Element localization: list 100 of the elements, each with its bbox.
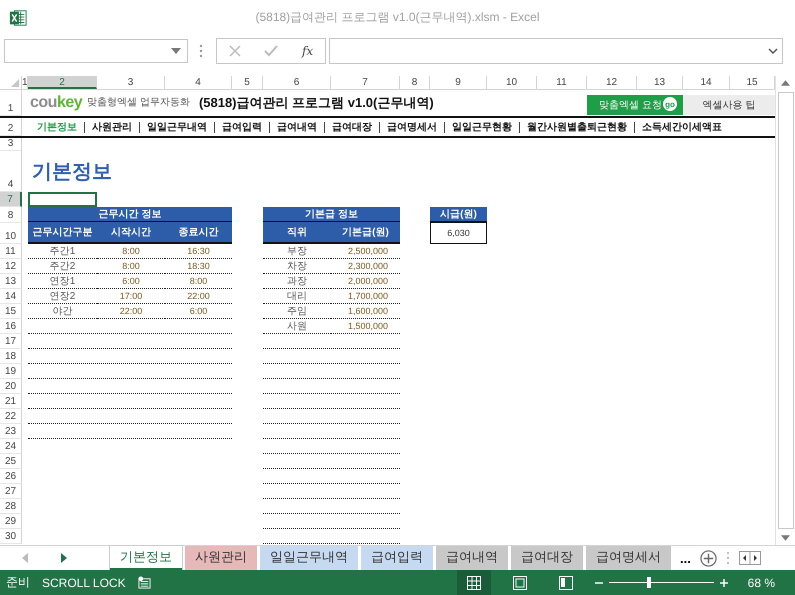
hourly-wage-value: 6,030 (430, 222, 487, 244)
column-header[interactable]: 3 (97, 76, 165, 89)
page-icon[interactable] (512, 576, 527, 590)
logo-tagline: 맞춤형엑셀 업무자동화 (87, 97, 190, 109)
row-header[interactable]: 12 (0, 259, 22, 274)
column-header[interactable]: 6 (263, 76, 331, 89)
table-cell: 8:00 (97, 244, 165, 259)
nav-link[interactable]: 일일근무현황 (444, 122, 519, 132)
column-heading: 근무시간구분 (28, 222, 97, 244)
column-header[interactable]: 11 (537, 76, 587, 89)
column-header[interactable]: 13 (637, 76, 683, 89)
row-header[interactable]: 16 (0, 319, 22, 334)
nav-link[interactable]: 급여입력 (214, 122, 269, 132)
sheet-tab[interactable]: 일일근무내역 (260, 546, 358, 570)
column-header[interactable]: 8 (400, 76, 430, 89)
row-header[interactable]: 15 (0, 304, 22, 319)
row-header[interactable]: 30 (0, 529, 22, 544)
splitter-handle-icon[interactable] (726, 551, 730, 565)
table-cell: 2,000,000 (331, 274, 400, 289)
macro-record-icon[interactable] (138, 576, 151, 589)
row-header[interactable]: 20 (0, 379, 22, 394)
column-header[interactable]: 7 (331, 76, 400, 89)
grid-icon[interactable] (466, 576, 481, 590)
table-cell: 주임 (263, 304, 331, 319)
table-cell: 2,300,000 (331, 259, 400, 274)
table-title: 기본급 정보 (263, 207, 400, 223)
row-header[interactable]: 14 (0, 289, 22, 304)
scroll-up-icon[interactable] (781, 80, 790, 86)
table-cell: 사원 (263, 319, 331, 334)
row-header[interactable]: 22 (0, 409, 22, 424)
nav-link[interactable]: 소득세간이세액표 (634, 122, 729, 132)
column-header[interactable]: 2 (28, 76, 97, 89)
row-header[interactable]: 26 (0, 469, 22, 484)
more-tabs-button[interactable]: ... (680, 550, 691, 566)
row-header[interactable]: 29 (0, 514, 22, 529)
row-header[interactable]: 17 (0, 334, 22, 349)
program-title: (5818)급여관리 프로그램 v1.0(근무내역) (198, 95, 434, 111)
page-break-icon[interactable] (558, 576, 573, 590)
vertical-scrollbar[interactable] (775, 76, 795, 545)
column-header[interactable]: 14 (683, 76, 730, 89)
row-header[interactable]: 19 (0, 364, 22, 379)
sheet-tab[interactable]: 급여대장 (511, 546, 583, 570)
column-heading: 시작시간 (97, 222, 165, 244)
row-header[interactable]: 1 (0, 90, 22, 116)
table-cell: 부장 (263, 244, 331, 259)
row-header[interactable]: 21 (0, 394, 22, 409)
row-header[interactable]: 25 (0, 454, 22, 469)
scroll-lock-indicator: SCROLL LOCK (42, 576, 126, 590)
table-cell: 22:00 (165, 289, 232, 304)
row-header[interactable]: 24 (0, 439, 22, 454)
tips-button[interactable]: 엑셀사용 팁 (683, 94, 775, 114)
column-header[interactable]: 10 (487, 76, 537, 89)
zoom-level[interactable]: 68 % (748, 576, 775, 590)
sheet-tab[interactable]: 급여입력 (361, 546, 433, 570)
nav-link[interactable]: 일일근무내역 (139, 122, 214, 132)
nav-link[interactable]: 급여명세서 (379, 122, 444, 132)
column-header[interactable]: 4 (165, 76, 232, 89)
checkmark-icon[interactable] (264, 45, 278, 57)
table-cell: 야간 (28, 304, 97, 319)
row-header[interactable]: 8 (0, 207, 22, 223)
column-header[interactable]: 15 (730, 76, 775, 89)
nav-link[interactable]: 급여대장 (324, 122, 379, 132)
row-header[interactable]: 7 (0, 192, 22, 207)
column-header[interactable]: 5 (232, 76, 263, 89)
table-title: 근무시간 정보 (28, 207, 232, 223)
nav-link[interactable]: 월간사원별출퇴근현황 (519, 122, 634, 132)
column-header[interactable]: 12 (587, 76, 637, 89)
sheet-tab[interactable]: 사원관리 (185, 546, 257, 570)
row-header[interactable]: 2 (0, 118, 22, 136)
insert-function-button[interactable]: fx (302, 44, 314, 58)
nav-link[interactable]: 사원관리 (84, 122, 139, 132)
add-sheet-icon[interactable] (700, 550, 717, 566)
row-header[interactable]: 10 (0, 222, 22, 244)
row-header[interactable]: 28 (0, 499, 22, 514)
expand-caret-icon[interactable] (768, 48, 778, 54)
sheet-tab[interactable]: 급여명세서 (586, 546, 671, 570)
scroll-arrows-icon[interactable] (738, 551, 761, 565)
more-options-icon[interactable] (199, 43, 203, 59)
table-cell: 차장 (263, 259, 331, 274)
table-cell: 연장1 (28, 274, 97, 289)
selected-cell[interactable] (28, 192, 97, 207)
row-header[interactable]: 23 (0, 424, 22, 439)
next-sheet-icon[interactable] (61, 553, 67, 563)
formula-field[interactable] (329, 38, 783, 64)
scroll-down-icon[interactable] (781, 535, 790, 541)
sheet-tab[interactable]: 급여내역 (436, 546, 508, 570)
column-header[interactable]: 9 (430, 76, 487, 89)
row-header[interactable]: 27 (0, 484, 22, 499)
nav-link[interactable]: 급여내역 (269, 122, 324, 132)
row-header[interactable]: 3 (0, 138, 22, 151)
zoom-thumb[interactable] (646, 577, 651, 588)
row-header[interactable]: 11 (0, 244, 22, 259)
table-cell: 18:30 (165, 259, 232, 274)
zoom-in-icon[interactable] (720, 578, 728, 586)
row-header[interactable]: 13 (0, 274, 22, 289)
row-header[interactable]: 18 (0, 349, 22, 364)
scroll-thumb[interactable] (778, 92, 794, 529)
dropdown-caret-icon[interactable] (171, 48, 181, 54)
normal-view-button[interactable] (456, 570, 491, 595)
window-title: (5818)급여관리 프로그램 v1.0(근무내역).xlsm - Excel (254, 9, 541, 26)
